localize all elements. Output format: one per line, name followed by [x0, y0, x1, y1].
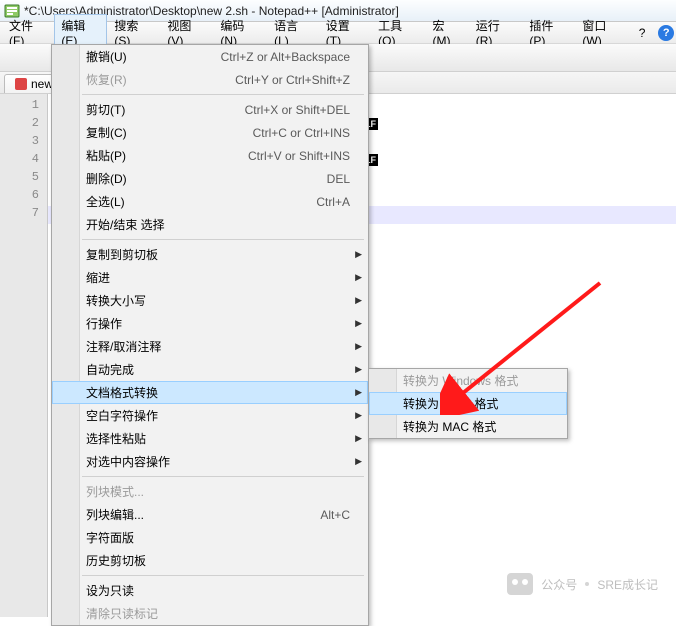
menu-item-shortcut: DEL: [327, 172, 350, 186]
menu-item-shortcut: Ctrl+Z or Alt+Backspace: [221, 50, 350, 64]
line-number: 4: [0, 152, 47, 170]
menu-item-label: 设为只读: [86, 582, 350, 599]
submenu-arrow-icon: ▶: [355, 318, 362, 329]
menu-item[interactable]: 行操作 ▶: [52, 312, 368, 335]
submenu-arrow-icon: ▶: [355, 249, 362, 260]
menu-item-label: 删除(D): [86, 170, 303, 187]
menu-item[interactable]: 缩进 ▶: [52, 266, 368, 289]
menu-item[interactable]: 对选中内容操作 ▶: [52, 450, 368, 473]
line-number: 5: [0, 170, 47, 188]
menu-item: 恢复(R) Ctrl+Y or Ctrl+Shift+Z: [52, 68, 368, 91]
menu-item-label: 历史剪切板: [86, 552, 350, 569]
menu-item-label: 转换为 UNIX 格式: [403, 395, 549, 412]
menu-separator: [82, 94, 364, 95]
menu-item-label: 转换为 MAC 格式: [403, 418, 549, 435]
menu-item[interactable]: 历史剪切板: [52, 549, 368, 572]
menu-separator: [82, 239, 364, 240]
menu-item[interactable]: 转换为 UNIX 格式: [369, 392, 567, 415]
menu-item[interactable]: 粘贴(P) Ctrl+V or Shift+INS: [52, 144, 368, 167]
submenu-arrow-icon: ▶: [355, 410, 362, 421]
menu-item-label: 文档格式转换: [86, 384, 350, 401]
submenu-arrow-icon: ▶: [355, 295, 362, 306]
menu-item: 清除只读标记: [52, 602, 368, 625]
menu-item-shortcut: Ctrl+A: [316, 195, 350, 209]
wechat-icon: [507, 573, 533, 595]
watermark-text: 公众号: [541, 576, 577, 593]
eol-submenu: 转换为 Windows 格式转换为 UNIX 格式转换为 MAC 格式: [368, 368, 568, 439]
menu-item-label: 清除只读标记: [86, 605, 350, 622]
menu-item[interactable]: 字符面版: [52, 526, 368, 549]
menu-item[interactable]: 复制到剪切板 ▶: [52, 243, 368, 266]
line-number: 7: [0, 206, 47, 224]
menu-item[interactable]: 转换大小写 ▶: [52, 289, 368, 312]
menu-item[interactable]: 剪切(T) Ctrl+X or Shift+DEL: [52, 98, 368, 121]
submenu-arrow-icon: ▶: [355, 364, 362, 375]
edit-dropdown: 撤销(U) Ctrl+Z or Alt+Backspace 恢复(R) Ctrl+Y …: [51, 44, 369, 626]
menu-item-shortcut: Ctrl+V or Shift+INS: [248, 149, 350, 163]
line-number: 2: [0, 116, 47, 134]
submenu-arrow-icon: ▶: [355, 387, 362, 398]
menu-item-label: 开始/结束 选择: [86, 216, 350, 233]
menu-item-label: 撤销(U): [86, 48, 197, 65]
line-number: 1: [0, 98, 47, 116]
menu-item-label: 剪切(T): [86, 101, 221, 118]
menu-item-label: 粘贴(P): [86, 147, 224, 164]
watermark-text: SRE成长记: [597, 576, 658, 593]
menu-item-label: 选择性粘贴: [86, 430, 350, 447]
watermark: 公众号 SRE成长记: [507, 573, 658, 595]
menu-item[interactable]: 自动完成 ▶: [52, 358, 368, 381]
menu-item: 列块模式...: [52, 480, 368, 503]
menu-item-shortcut: Ctrl+X or Shift+DEL: [245, 103, 350, 117]
menu-item-shortcut: Ctrl+Y or Ctrl+Shift+Z: [235, 73, 350, 87]
submenu-arrow-icon: ▶: [355, 341, 362, 352]
help-icon[interactable]: ?: [658, 25, 674, 41]
line-number: 3: [0, 134, 47, 152]
menu-item[interactable]: 文档格式转换 ▶: [52, 381, 368, 404]
line-number: 6: [0, 188, 47, 206]
menu-item[interactable]: 转换为 MAC 格式: [369, 415, 567, 438]
menu-item[interactable]: 开始/结束 选择: [52, 213, 368, 236]
menu-item-label: 字符面版: [86, 529, 350, 546]
menu-item[interactable]: 选择性粘贴 ▶: [52, 427, 368, 450]
menu-item[interactable]: 设为只读: [52, 579, 368, 602]
menu-item-label: 复制(C): [86, 124, 229, 141]
menu-item-label: 自动完成: [86, 361, 350, 378]
menu-item[interactable]: 删除(D) DEL: [52, 167, 368, 190]
menu-item-label: 恢复(R): [86, 71, 211, 88]
menu-item[interactable]: 注释/取消注释 ▶: [52, 335, 368, 358]
line-number-gutter: 1 2 3 4 5 6 7: [0, 94, 48, 617]
menu-item[interactable]: 全选(L) Ctrl+A: [52, 190, 368, 213]
menu-item-shortcut: Alt+C: [320, 508, 350, 522]
menu-item[interactable]: 列块编辑... Alt+C: [52, 503, 368, 526]
submenu-arrow-icon: ▶: [355, 456, 362, 467]
unsaved-icon: [15, 78, 27, 90]
menu-item[interactable]: 撤销(U) Ctrl+Z or Alt+Backspace: [52, 45, 368, 68]
menu-item-label: 全选(L): [86, 193, 292, 210]
menu-item-shortcut: Ctrl+C or Ctrl+INS: [253, 126, 350, 140]
menu-item-label: 转换为 Windows 格式: [403, 372, 549, 389]
menu-item-label: 缩进: [86, 269, 350, 286]
menu-item-label: 列块模式...: [86, 483, 350, 500]
menu-item-label: 行操作: [86, 315, 350, 332]
menu-separator: [82, 476, 364, 477]
menu-item[interactable]: 空白字符操作 ▶: [52, 404, 368, 427]
menu-item: 转换为 Windows 格式: [369, 369, 567, 392]
menu-item-label: 复制到剪切板: [86, 246, 350, 263]
menu-bar: 文件(F) 编辑(E) 搜索(S) 视图(V) 编码(N) 语言(L) 设置(T…: [0, 22, 676, 44]
submenu-arrow-icon: ▶: [355, 433, 362, 444]
menu-item[interactable]: 复制(C) Ctrl+C or Ctrl+INS: [52, 121, 368, 144]
menu-item-label: 空白字符操作: [86, 407, 350, 424]
menu-help[interactable]: ?: [632, 23, 653, 43]
submenu-arrow-icon: ▶: [355, 272, 362, 283]
menu-item-label: 注释/取消注释: [86, 338, 350, 355]
menu-item-label: 列块编辑...: [86, 506, 296, 523]
menu-item-label: 转换大小写: [86, 292, 350, 309]
menu-separator: [82, 575, 364, 576]
menu-item-label: 对选中内容操作: [86, 453, 350, 470]
